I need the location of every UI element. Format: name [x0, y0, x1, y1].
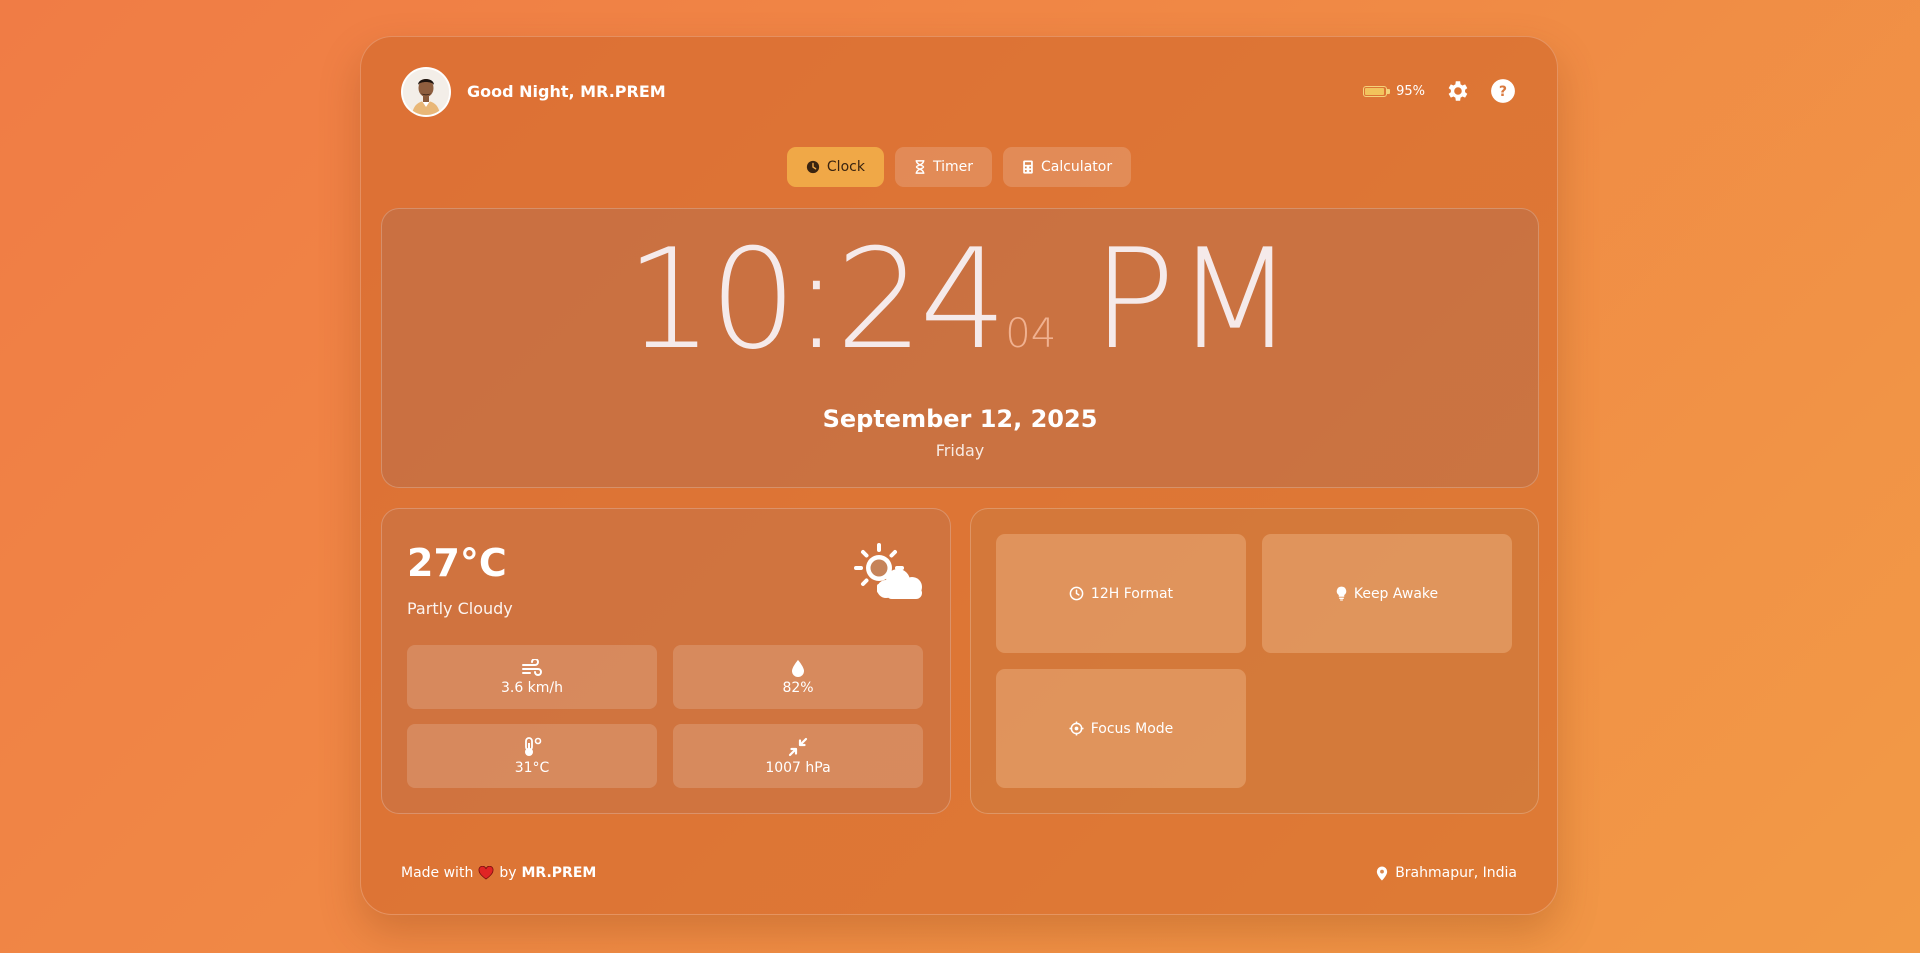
weather-condition: Partly Cloudy: [407, 599, 513, 618]
avatar-image: [403, 69, 449, 115]
droplet-icon: [792, 659, 804, 677]
lightbulb-icon: [1336, 586, 1347, 601]
help-button[interactable]: ?: [1489, 77, 1517, 105]
compress-icon: [788, 737, 808, 756]
feels-like-stat: 31°C: [407, 724, 657, 788]
clock-icon: [1069, 586, 1084, 601]
keep-awake-button[interactable]: Keep Awake: [1262, 534, 1512, 653]
humidity-value: 82%: [782, 679, 814, 696]
hourglass-icon: [915, 160, 925, 174]
thermometer-icon: [525, 736, 542, 756]
tab-clock[interactable]: Clock: [786, 147, 884, 187]
question-icon: ?: [1491, 79, 1515, 103]
time-ampm: PM: [1092, 219, 1295, 380]
tab-calculator[interactable]: Calculator: [1002, 147, 1132, 187]
time-display: 10:24 04 PM: [382, 231, 1538, 369]
by-text: by: [499, 865, 517, 881]
temperature: 27°C: [407, 541, 507, 585]
partly-cloudy-icon: [854, 543, 928, 607]
crosshair-icon: [1069, 721, 1084, 736]
pressure-stat: 1007 hPa: [673, 724, 923, 788]
battery-percent: 95%: [1396, 83, 1425, 99]
date-text: September 12, 2025: [822, 405, 1098, 433]
mode-tabs: Clock Timer Calculator: [361, 147, 1557, 187]
tab-timer-label: Timer: [932, 159, 973, 175]
location-pin-icon: [1377, 865, 1388, 881]
greeting-text: Good Night, MR.PREM: [467, 82, 666, 101]
footer-credit: Made with by MR.PREM: [401, 865, 596, 881]
main-card: Good Night, MR.PREM 95% ? Clock Timer Ca…: [360, 36, 1558, 915]
clock-icon: [806, 160, 820, 174]
wind-value: 3.6 km/h: [500, 679, 564, 696]
heart-icon: [478, 866, 494, 880]
location-text: Brahmapur, India: [1395, 865, 1517, 881]
made-with-text: Made with: [401, 865, 474, 881]
wind-stat: 3.6 km/h: [407, 645, 657, 709]
focus-mode-label: Focus Mode: [1090, 720, 1174, 737]
footer-location: Brahmapur, India: [1376, 865, 1517, 881]
tab-clock-label: Clock: [826, 159, 865, 175]
pressure-value: 1007 hPa: [765, 759, 831, 776]
tab-calculator-label: Calculator: [1040, 159, 1113, 175]
clock-panel: 10:24 04 PM September 12, 2025 Friday: [381, 208, 1539, 488]
settings-button[interactable]: [1443, 77, 1471, 105]
focus-mode-button[interactable]: Focus Mode: [996, 669, 1246, 788]
battery-status: 95%: [1363, 84, 1425, 99]
keep-awake-label: Keep Awake: [1353, 585, 1439, 602]
battery-icon: [1363, 85, 1391, 97]
tab-timer[interactable]: Timer: [894, 147, 992, 187]
feels-like-value: 31°C: [514, 759, 550, 776]
author-name: MR.PREM: [521, 865, 597, 881]
avatar[interactable]: [401, 67, 451, 117]
time-seconds: 04: [1005, 311, 1057, 357]
time-hours-minutes: 10:24: [625, 219, 1008, 380]
format-toggle-button[interactable]: 12H Format: [996, 534, 1246, 653]
calculator-icon: [1023, 160, 1033, 174]
gear-icon: [1448, 81, 1468, 101]
weather-panel: 27°C Partly Cloudy 3.6 km/h 82% 31°C 100…: [381, 508, 951, 814]
svg-text:?: ?: [1499, 84, 1507, 100]
controls-panel: 12H Format Keep Awake Focus Mode: [970, 508, 1539, 814]
humidity-stat: 82%: [673, 645, 923, 709]
header-actions: 95% ?: [1363, 77, 1517, 105]
header: Good Night, MR.PREM 95% ?: [401, 67, 1517, 119]
format-toggle-label: 12H Format: [1090, 585, 1174, 602]
day-text: Friday: [935, 441, 985, 460]
wind-icon: [522, 658, 542, 676]
